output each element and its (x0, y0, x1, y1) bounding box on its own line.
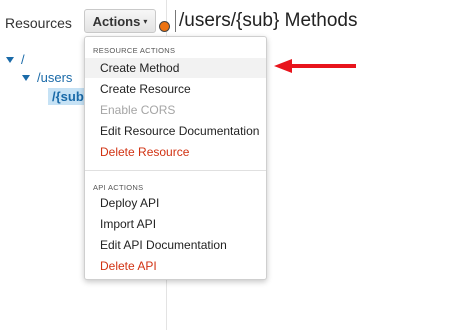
menu-item-create-method[interactable]: Create Method (85, 58, 266, 78)
page-title: /users/{sub} Methods (179, 10, 358, 31)
menu-item-import-api[interactable]: Import API (85, 214, 266, 234)
menu-item-enable-cors: Enable CORS (100, 103, 176, 117)
menu-item-edit-resource-documentation[interactable]: Edit Resource Documentation (85, 121, 266, 141)
menu-item-delete-api[interactable]: Delete API (85, 256, 266, 276)
resources-heading: Resources (5, 15, 72, 31)
menu-divider (85, 170, 266, 171)
resource-actions-section-label: RESOURCE ACTIONS (93, 46, 176, 55)
api-actions-section-label: API ACTIONS (93, 183, 144, 192)
expand-triangle-icon[interactable] (6, 56, 14, 63)
tree-item-users[interactable]: /users (22, 70, 72, 85)
menu-item-deploy-api[interactable]: Deploy API (85, 193, 266, 213)
menu-item-edit-api-documentation[interactable]: Edit API Documentation (85, 235, 266, 255)
tree-item-label: /users (37, 70, 73, 85)
cursor-dot-icon (159, 20, 170, 32)
actions-label: Actions (92, 13, 141, 29)
actions-dropdown-menu: RESOURCE ACTIONS Create Method Create Re… (84, 36, 267, 280)
red-arrow-icon (274, 59, 356, 73)
expand-triangle-icon[interactable] (22, 74, 30, 81)
menu-item-delete-resource[interactable]: Delete Resource (85, 142, 266, 162)
page-header: /users/{sub} Methods (159, 8, 358, 34)
tree-item-label: / (21, 52, 25, 67)
menu-item-create-resource[interactable]: Create Resource (85, 79, 266, 99)
caret-down-icon: ▾ (143, 16, 148, 26)
actions-button[interactable]: Actions ▾ (84, 9, 156, 33)
tree-item-root[interactable]: / (6, 52, 25, 67)
text-cursor-icon (175, 10, 176, 32)
